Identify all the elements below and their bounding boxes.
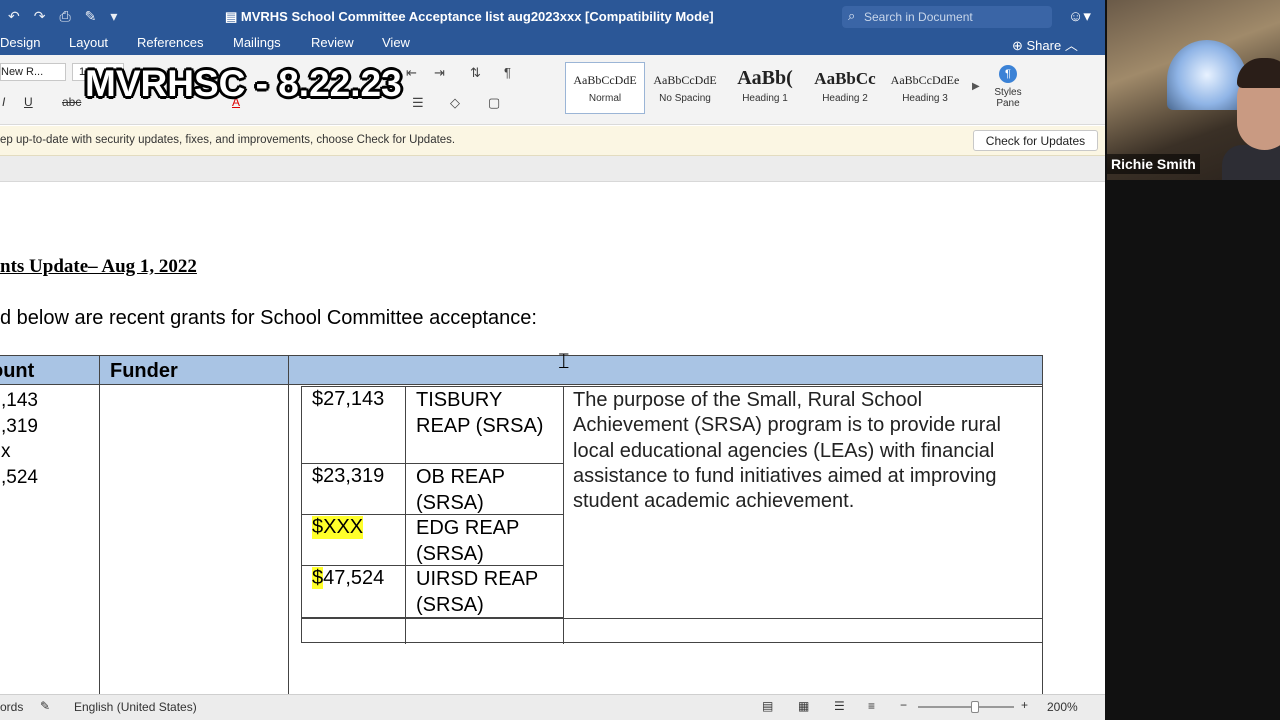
- styles-pane-icon: ¶: [999, 65, 1017, 83]
- participant-video: [1107, 0, 1280, 180]
- outline-view-icon[interactable]: ☰: [834, 699, 845, 713]
- edit-icon[interactable]: ✎: [85, 8, 97, 25]
- update-message: ep up-to-date with security updates, fix…: [0, 134, 456, 146]
- increase-indent-icon[interactable]: ⇥: [434, 65, 445, 81]
- style-normal[interactable]: AaBbCcDdE Normal: [565, 62, 645, 114]
- zoom-slider[interactable]: [918, 701, 1014, 713]
- zoom-in-icon[interactable]: +: [1021, 698, 1028, 712]
- grant-name: EDG REAP (SRSA): [416, 517, 519, 565]
- table-row: $27,143 TISBURY REAP (SRSA): [302, 387, 564, 464]
- word-doc-icon: ▤: [225, 9, 241, 24]
- header-amount: ount: [0, 360, 35, 382]
- ruler: [0, 156, 1105, 182]
- table-row: $XXX EDG REAP (SRSA): [302, 515, 564, 566]
- document-title: ▤ MVRHS School Committee Acceptance list…: [225, 9, 714, 24]
- highlighted-text: $: [312, 567, 324, 589]
- amount-cell: ,143: [1, 390, 38, 411]
- grant-amount: $47,524: [312, 567, 385, 589]
- grant-amount: $23,319: [312, 465, 385, 487]
- document-page[interactable]: nts Update– Aug 1, 2022 d below are rece…: [0, 183, 1105, 696]
- styles-pane-button[interactable]: ¶ Styles Pane: [990, 65, 1026, 109]
- status-bar: ords ✎ English (United States) ▤ ▦ ☰ ≡ −…: [0, 694, 1105, 720]
- search-document-input[interactable]: ⌕ Search in Document: [842, 6, 1052, 28]
- grants-table: ount Funder ,143 ,319 x ,524 $27,143 TIS…: [0, 355, 1043, 696]
- amount-column: ,143 ,319 x ,524: [1, 388, 38, 490]
- participant-name-label: Richie Smith: [1107, 154, 1200, 174]
- ribbon-tabs: Design Layout References Mailings Review…: [0, 33, 1105, 55]
- check-for-updates-button[interactable]: Check for Updates: [973, 130, 1098, 151]
- background-window: [1167, 40, 1247, 110]
- underline-button[interactable]: U: [24, 95, 33, 109]
- undo-icon[interactable]: ↶: [8, 8, 20, 25]
- header-funder: Funder: [110, 360, 178, 382]
- style-heading-3[interactable]: AaBbCcDdEe Heading 3: [885, 62, 965, 114]
- amount-cell: ,524: [1, 466, 38, 488]
- tab-design[interactable]: Design: [0, 35, 40, 50]
- grant-name: OB REAP (SRSA): [416, 466, 505, 514]
- quick-access-toolbar: ↶ ↷ ⎙ ✎ ▾: [8, 8, 117, 25]
- table-header-row: ount Funder: [0, 356, 1042, 385]
- nested-grants-table: $27,143 TISBURY REAP (SRSA) $23,319 OB R…: [301, 386, 1043, 644]
- text-cursor-icon: 𝙸: [556, 349, 572, 374]
- language-indicator[interactable]: English (United States): [74, 700, 197, 714]
- redo-icon[interactable]: ↷: [34, 8, 46, 25]
- grant-name: TISBURY REAP (SRSA): [416, 389, 544, 437]
- amount-cell: x: [1, 441, 11, 462]
- purpose-text: The purpose of the Small, Rural School A…: [573, 389, 1001, 513]
- search-icon: ⌕: [848, 8, 856, 23]
- column-divider: [288, 356, 289, 696]
- add-person-icon: ⊕: [1012, 38, 1027, 53]
- italic-button[interactable]: I: [2, 95, 5, 109]
- web-layout-view-icon[interactable]: ▦: [798, 699, 809, 713]
- tab-view[interactable]: View: [382, 35, 410, 50]
- style-heading-1[interactable]: AaBb( Heading 1: [725, 62, 805, 114]
- meeting-overlay-label: MVRHSC - 8.22.23: [85, 63, 402, 104]
- grant-name: UIRSD REAP (SRSA): [416, 568, 538, 616]
- line-spacing-icon[interactable]: ☰: [412, 95, 424, 111]
- strikethrough-button[interactable]: abc: [62, 95, 81, 109]
- word-window: ↶ ↷ ⎙ ✎ ▾ ▤ MVRHS School Committee Accep…: [0, 0, 1105, 720]
- show-formatting-icon[interactable]: ¶: [504, 65, 511, 80]
- column-divider: [99, 356, 100, 696]
- shading-icon[interactable]: ◇: [450, 95, 460, 111]
- grant-amount: $27,143: [312, 388, 385, 410]
- tab-mailings[interactable]: Mailings: [233, 35, 281, 50]
- table-row: $23,319 OB REAP (SRSA): [302, 464, 564, 515]
- draft-view-icon[interactable]: ≡: [868, 699, 875, 713]
- zoom-slider-handle[interactable]: [970, 701, 979, 713]
- proofing-icon[interactable]: ✎: [40, 699, 50, 713]
- title-bar: ↶ ↷ ⎙ ✎ ▾ ▤ MVRHS School Committee Accep…: [0, 0, 1105, 33]
- print-icon[interactable]: ⎙: [59, 8, 70, 25]
- grant-amount-highlighted: $XXX: [312, 516, 364, 539]
- customize-toolbar-icon[interactable]: ▾: [110, 8, 117, 25]
- tab-review[interactable]: Review: [311, 35, 354, 50]
- font-name-select[interactable]: New R...: [0, 63, 66, 81]
- style-no-spacing[interactable]: AaBbCcDdE No Spacing: [645, 62, 725, 114]
- row-divider: [302, 618, 1042, 619]
- print-layout-view-icon[interactable]: ▤: [762, 699, 773, 713]
- amount-cell: ,319: [1, 415, 38, 437]
- participant-body: [1222, 145, 1280, 180]
- borders-icon[interactable]: ▢: [488, 95, 500, 111]
- styles-more-arrow-icon[interactable]: ▶: [972, 81, 980, 92]
- share-button[interactable]: ⊕ Share ︿: [1012, 35, 1078, 54]
- document-heading: nts Update– Aug 1, 2022: [0, 256, 197, 277]
- style-heading-2[interactable]: AaBbCc Heading 2: [805, 62, 885, 114]
- zoom-level[interactable]: 200%: [1047, 700, 1078, 714]
- word-count[interactable]: ords: [0, 700, 23, 714]
- update-notification-bar: ep up-to-date with security updates, fix…: [0, 126, 1105, 156]
- tab-layout[interactable]: Layout: [69, 35, 108, 50]
- styles-gallery: AaBbCcDdE Normal AaBbCcDdE No Spacing Aa…: [565, 62, 965, 114]
- feedback-smiley-icon[interactable]: ☺▾: [1068, 7, 1091, 25]
- zoom-out-icon[interactable]: −: [900, 698, 907, 712]
- intro-paragraph: d below are recent grants for School Com…: [0, 307, 537, 329]
- tab-references[interactable]: References: [137, 35, 203, 50]
- sort-icon[interactable]: ⇅: [470, 65, 481, 81]
- decrease-indent-icon[interactable]: ⇤: [406, 65, 417, 81]
- table-row: $47,524 UIRSD REAP (SRSA): [302, 566, 564, 618]
